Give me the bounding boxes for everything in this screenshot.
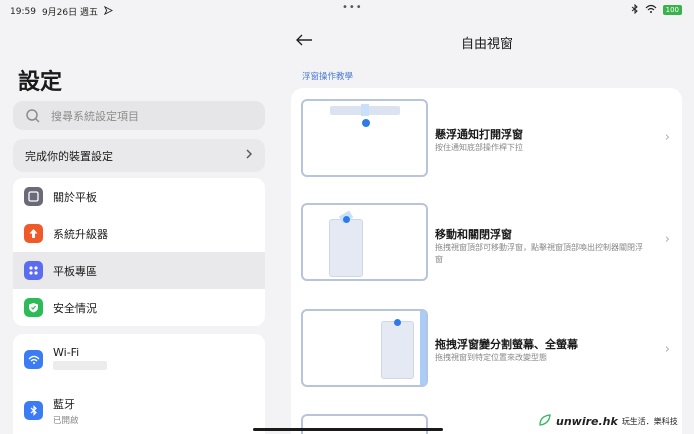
page-title: 設定	[18, 70, 63, 95]
home-indicator-bar[interactable]	[253, 428, 443, 431]
settings-group-device: 關於平板 系統升級器 平板專區 安全情況	[13, 178, 265, 326]
settings-item-label: 平板專區	[53, 264, 97, 278]
shield-check-icon	[24, 298, 43, 317]
status-date: 9月26日 週五	[41, 8, 98, 18]
tutorial-title: 懸浮通知打開浮窗	[435, 128, 523, 141]
settings-item-security[interactable]: 安全情況	[13, 289, 265, 326]
chevron-right-icon: ›	[664, 342, 670, 357]
settings-item-bluetooth[interactable]: 藍牙 已開啟	[13, 385, 265, 434]
settings-item-sublabel: 已開啟	[53, 415, 79, 426]
search-icon	[25, 108, 41, 124]
window-menu-dots-icon[interactable]: •••	[342, 2, 363, 13]
watermark-brand: unwire.hk	[556, 415, 618, 428]
settings-item-label: 系統升級器	[53, 227, 108, 241]
settings-item-label: 藍牙	[53, 397, 75, 411]
settings-item-tablet-zone[interactable]: 平板專區	[13, 252, 265, 289]
search-input[interactable]: 搜尋系統設定項目	[13, 101, 265, 130]
page-title-freeform: 自由視窗	[460, 37, 513, 52]
tutorial-description: 按住通知底部操作桿下拉	[435, 143, 523, 152]
wifi-network-name-redacted	[53, 361, 107, 370]
settings-item-system-upgrade[interactable]: 系統升級器	[13, 215, 265, 252]
upgrade-arrow-icon	[24, 224, 43, 243]
tutorial-panel: 懸浮通知打開浮窗 按住通知底部操作桿下拉 › 移動和關閉浮窗 拖拽視窗頂部可移動…	[291, 88, 682, 434]
tutorial-thumbnail	[301, 99, 428, 177]
tutorial-title: 移動和關閉浮窗	[435, 228, 512, 241]
wifi-status-icon	[645, 4, 657, 16]
wifi-icon	[24, 350, 43, 369]
tutorial-row-notification[interactable]: 懸浮通知打開浮窗 按住通知底部操作桿下拉 ›	[291, 88, 682, 192]
tutorial-title: 拖拽浮窗變分割螢幕、全螢幕	[435, 338, 578, 351]
settings-item-about-tablet[interactable]: 關於平板	[13, 178, 265, 215]
status-bar-right: 100	[631, 3, 682, 16]
section-header: 浮窗操作教學	[302, 72, 354, 82]
watermark-tagline: 玩生活．樂科技	[621, 417, 678, 426]
search-placeholder: 搜尋系統設定項目	[51, 109, 139, 123]
tutorial-description: 拖拽視窗頂部可移動浮窗，點擊視窗頂部喚出控制器關閉浮窗	[435, 243, 643, 264]
complete-setup-item[interactable]: 完成你的裝置設定	[13, 139, 265, 172]
tutorial-row-move-close[interactable]: 移動和關閉浮窗 拖拽視窗頂部可移動浮窗，點擊視窗頂部喚出控制器關閉浮窗 ›	[291, 192, 682, 304]
settings-item-wifi[interactable]: Wi-Fi	[13, 334, 265, 385]
watermark-logo: unwire.hk 玩生活．樂科技	[538, 412, 678, 431]
settings-item-label: Wi-Fi	[53, 346, 80, 359]
settings-item-label: 安全情況	[53, 301, 97, 315]
complete-setup-label: 完成你的裝置設定	[25, 149, 113, 163]
leaf-icon	[538, 412, 552, 431]
bluetooth-icon	[24, 401, 43, 420]
tutorial-thumbnail	[301, 309, 428, 387]
tutorial-row-split-fullscreen[interactable]: 拖拽浮窗變分割螢幕、全螢幕 拖拽視窗到特定位置來改變型態 ›	[291, 304, 682, 414]
tutorial-thumbnail	[301, 414, 428, 434]
settings-group-connections: Wi-Fi 藍牙 已開啟	[13, 334, 265, 434]
grid-dots-icon	[24, 261, 43, 280]
bluetooth-status-icon	[631, 3, 639, 16]
chevron-right-icon: ›	[664, 130, 670, 145]
chevron-right-icon: ›	[664, 232, 670, 247]
chevron-right-icon	[245, 149, 253, 162]
status-bar-left: 19:59 9月26日 週五	[10, 5, 114, 18]
tablet-icon	[24, 187, 43, 206]
tutorial-thumbnail	[301, 203, 428, 281]
tutorial-description: 拖拽視窗到特定位置來改變型態	[435, 353, 547, 362]
status-time: 19:59	[10, 6, 36, 17]
settings-item-label: 關於平板	[53, 190, 97, 204]
send-icon	[103, 5, 114, 18]
battery-indicator: 100	[662, 5, 682, 15]
